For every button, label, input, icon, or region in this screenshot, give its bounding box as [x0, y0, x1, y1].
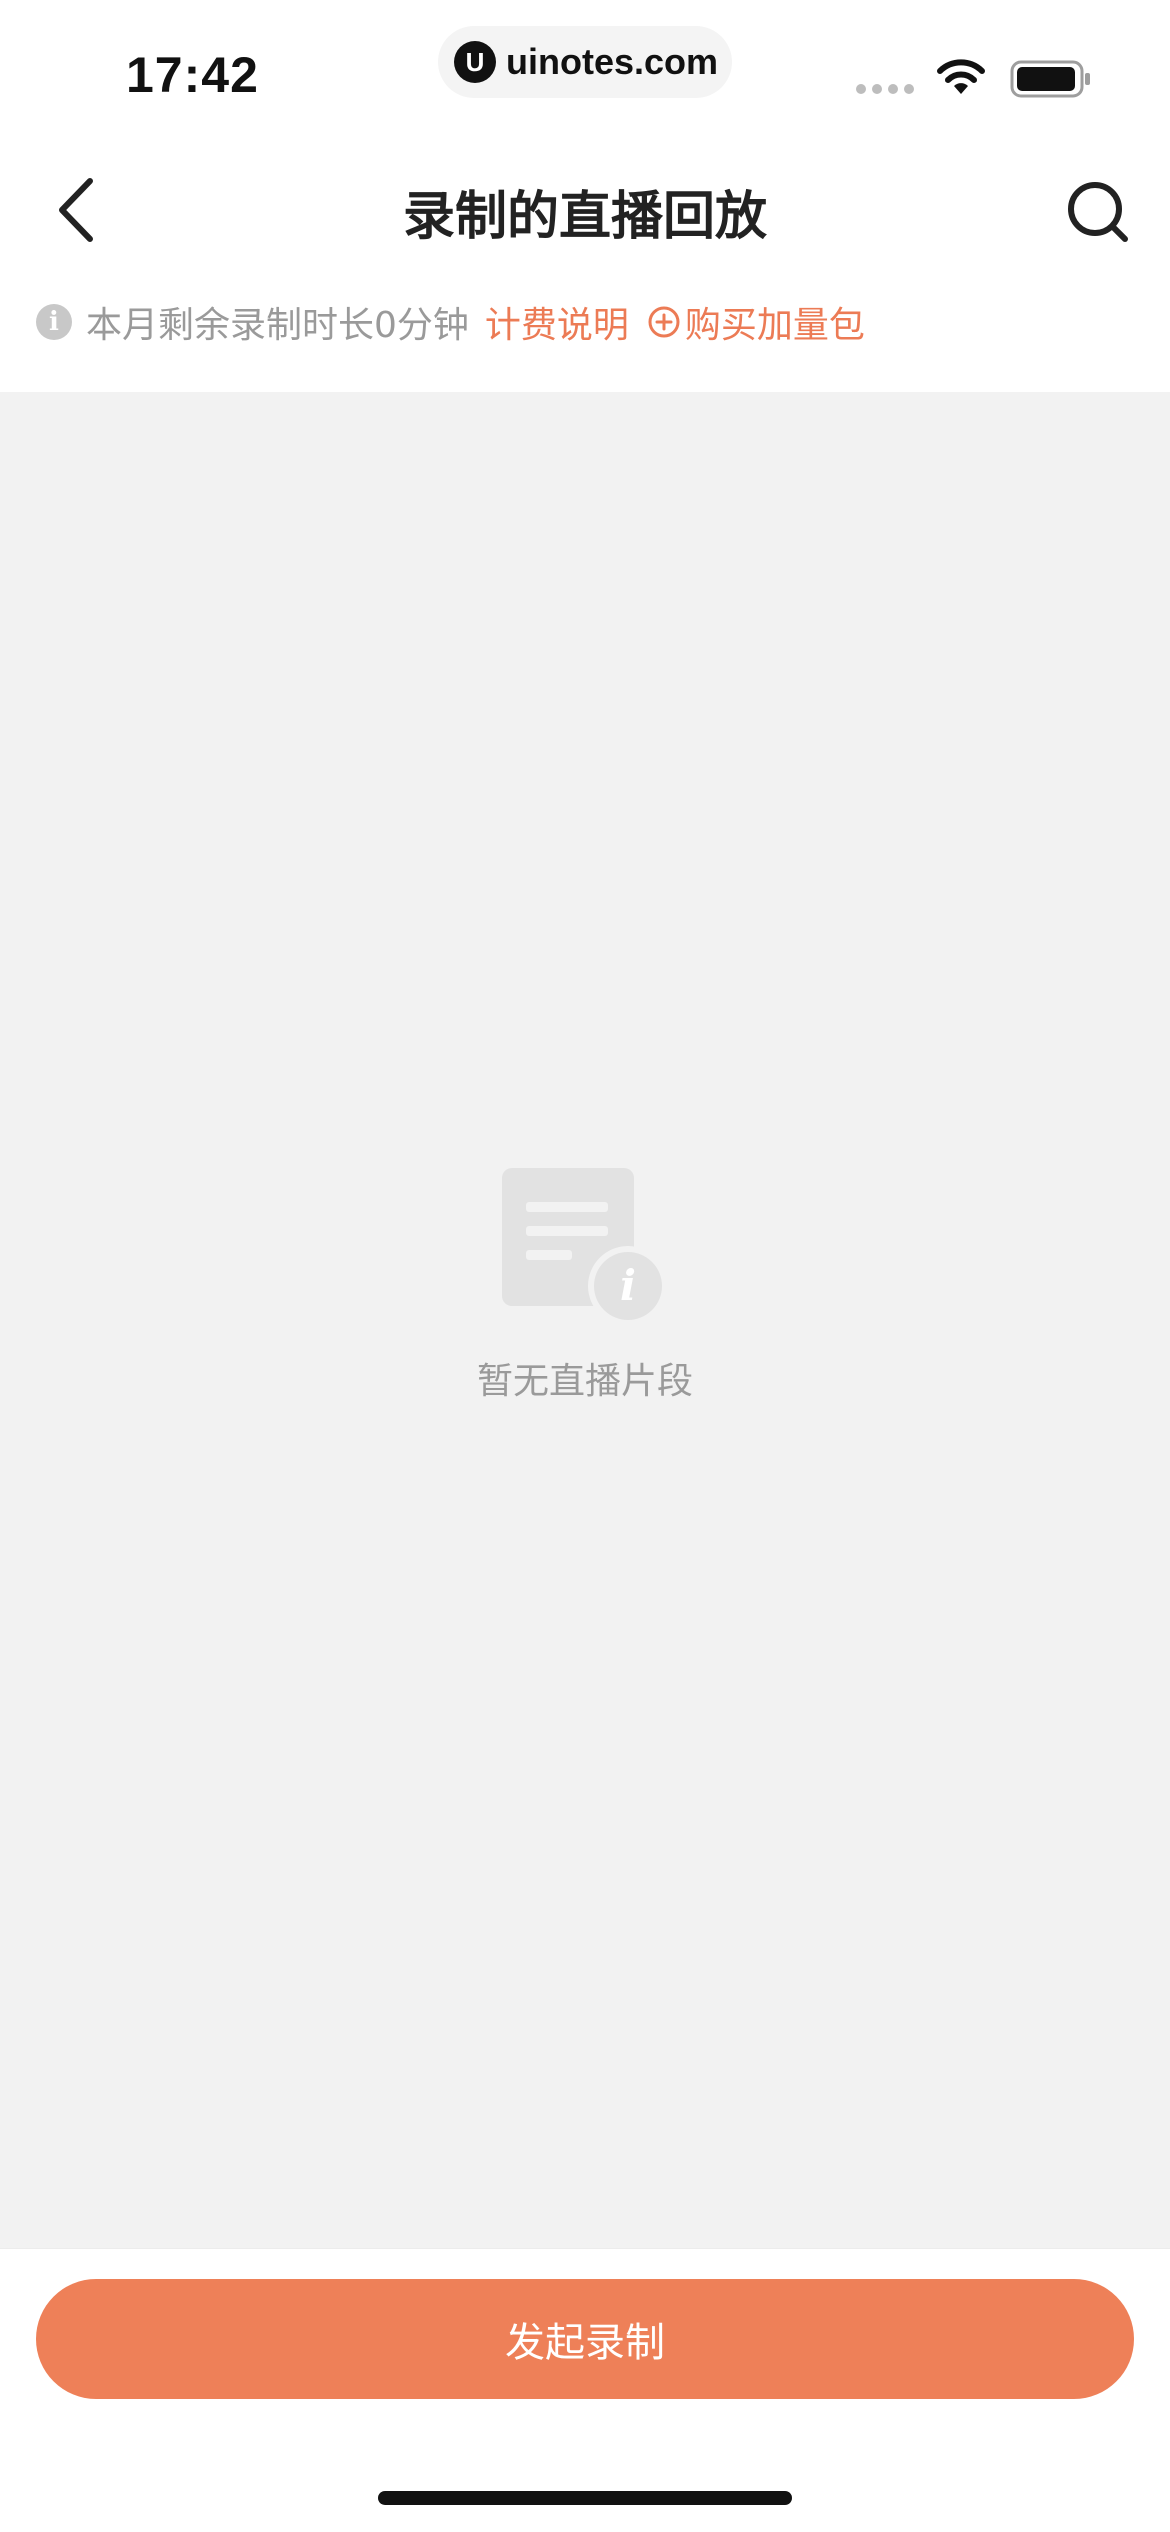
- page-title: 录制的直播回放: [402, 187, 767, 247]
- plus-circle-icon: [648, 306, 680, 338]
- remaining-time-text: 本月剩余录制时长0分钟: [86, 305, 469, 346]
- battery-icon: [1010, 60, 1090, 98]
- buy-addon-pack-link[interactable]: 购买加量包: [647, 296, 865, 348]
- status-time: 17:42: [126, 47, 259, 103]
- bottom-action-bar: 发起录制: [0, 2248, 1170, 2532]
- cellular-signal-icon: [856, 84, 914, 94]
- wifi-icon: [937, 59, 985, 94]
- home-indicator: [378, 2491, 792, 2505]
- url-text: uinotes.com: [506, 41, 719, 82]
- info-icon: i: [36, 304, 72, 340]
- empty-icon-glyph: i: [620, 1261, 636, 1310]
- start-recording-button[interactable]: 发起录制: [36, 2279, 1134, 2399]
- search-button[interactable]: [1056, 170, 1140, 254]
- buy-addon-pack-label: 购买加量包: [684, 305, 865, 346]
- replay-list-area: i 暂无直播片段: [0, 392, 1170, 2248]
- empty-state-message: 暂无直播片段: [476, 1361, 693, 1402]
- billing-info-link[interactable]: 计费说明: [485, 296, 629, 348]
- document-info-icon: i: [502, 1168, 668, 1324]
- search-icon: [1068, 182, 1128, 242]
- url-pill[interactable]: U uinotes.com: [438, 26, 732, 98]
- recording-quota-row: i 本月剩余录制时长0分钟 计费说明 购买加量包: [36, 292, 865, 352]
- app-screen: 17:42 U uinotes.com 录制的直播回放 i 本月剩余录制时长0分…: [0, 0, 1170, 2532]
- empty-state: i 暂无直播片段: [0, 1168, 1170, 1404]
- site-logo-icon: U: [454, 41, 496, 83]
- status-bar: 17:42 U uinotes.com: [0, 0, 1170, 140]
- navigation-bar: 录制的直播回放: [0, 150, 1170, 270]
